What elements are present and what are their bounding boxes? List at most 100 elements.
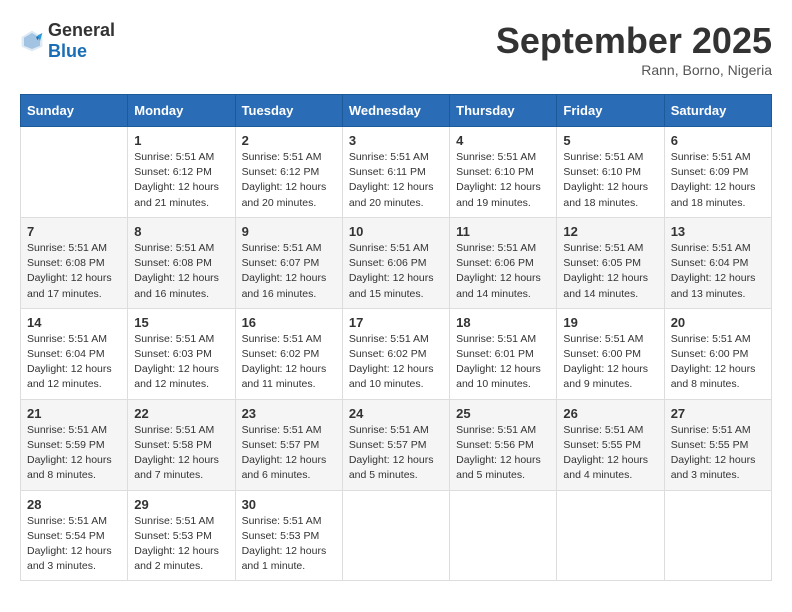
cell-info: Sunrise: 5:51 AM Sunset: 6:12 PM Dayligh… <box>242 150 336 211</box>
day-number: 28 <box>27 497 121 512</box>
calendar-cell: 27 Sunrise: 5:51 AM Sunset: 5:55 PM Dayli… <box>664 399 771 490</box>
day-number: 10 <box>349 224 443 239</box>
cell-info: Sunrise: 5:51 AM Sunset: 6:02 PM Dayligh… <box>349 332 443 393</box>
day-number: 12 <box>563 224 657 239</box>
day-header-monday: Monday <box>128 95 235 127</box>
calendar-table: SundayMondayTuesdayWednesdayThursdayFrid… <box>20 94 772 581</box>
calendar-cell: 26 Sunrise: 5:51 AM Sunset: 5:55 PM Dayli… <box>557 399 664 490</box>
cell-info: Sunrise: 5:51 AM Sunset: 5:53 PM Dayligh… <box>134 514 228 575</box>
calendar-cell: 15 Sunrise: 5:51 AM Sunset: 6:03 PM Dayli… <box>128 308 235 399</box>
day-number: 2 <box>242 133 336 148</box>
calendar-week-row: 7 Sunrise: 5:51 AM Sunset: 6:08 PM Daylig… <box>21 217 772 308</box>
logo-text: General Blue <box>48 20 115 62</box>
cell-info: Sunrise: 5:51 AM Sunset: 6:06 PM Dayligh… <box>456 241 550 302</box>
day-number: 27 <box>671 406 765 421</box>
day-number: 7 <box>27 224 121 239</box>
calendar-cell: 10 Sunrise: 5:51 AM Sunset: 6:06 PM Dayli… <box>342 217 449 308</box>
day-number: 6 <box>671 133 765 148</box>
calendar-cell: 22Sunrise: 5:51 AM Sunset: 5:58 PM Dayli… <box>128 399 235 490</box>
day-header-thursday: Thursday <box>450 95 557 127</box>
logo-blue: Blue <box>48 41 87 61</box>
calendar-cell <box>342 490 449 581</box>
calendar-header-row: SundayMondayTuesdayWednesdayThursdayFrid… <box>21 95 772 127</box>
calendar-week-row: 14 Sunrise: 5:51 AM Sunset: 6:04 PM Dayli… <box>21 308 772 399</box>
cell-info: Sunrise: 5:51 AM Sunset: 6:06 PM Dayligh… <box>349 241 443 302</box>
calendar-week-row: 1 Sunrise: 5:51 AM Sunset: 6:12 PM Daylig… <box>21 127 772 218</box>
day-number: 17 <box>349 315 443 330</box>
logo-icon <box>20 29 44 53</box>
calendar-week-row: 28 Sunrise: 5:51 AM Sunset: 5:54 PM Dayli… <box>21 490 772 581</box>
calendar-week-row: 21Sunrise: 5:51 AM Sunset: 5:59 PM Dayli… <box>21 399 772 490</box>
cell-info: Sunrise: 5:51 AM Sunset: 6:08 PM Dayligh… <box>134 241 228 302</box>
cell-info: Sunrise: 5:51 AM Sunset: 6:08 PM Dayligh… <box>27 241 121 302</box>
page-header: General Blue September 2025 Rann, Borno,… <box>20 20 772 78</box>
location: Rann, Borno, Nigeria <box>496 62 772 78</box>
cell-info: Sunrise: 5:51 AM Sunset: 6:04 PM Dayligh… <box>671 241 765 302</box>
calendar-cell: 5 Sunrise: 5:51 AM Sunset: 6:10 PM Daylig… <box>557 127 664 218</box>
day-number: 19 <box>563 315 657 330</box>
day-number: 4 <box>456 133 550 148</box>
calendar-cell: 8Sunrise: 5:51 AM Sunset: 6:08 PM Daylig… <box>128 217 235 308</box>
day-header-wednesday: Wednesday <box>342 95 449 127</box>
cell-info: Sunrise: 5:51 AM Sunset: 6:03 PM Dayligh… <box>134 332 228 393</box>
calendar-cell: 1 Sunrise: 5:51 AM Sunset: 6:12 PM Daylig… <box>128 127 235 218</box>
cell-info: Sunrise: 5:51 AM Sunset: 5:59 PM Dayligh… <box>27 423 121 484</box>
calendar-cell <box>21 127 128 218</box>
day-number: 3 <box>349 133 443 148</box>
calendar-cell <box>557 490 664 581</box>
cell-info: Sunrise: 5:51 AM Sunset: 5:56 PM Dayligh… <box>456 423 550 484</box>
title-block: September 2025 Rann, Borno, Nigeria <box>496 20 772 78</box>
day-number: 9 <box>242 224 336 239</box>
calendar-cell: 14 Sunrise: 5:51 AM Sunset: 6:04 PM Dayli… <box>21 308 128 399</box>
day-number: 26 <box>563 406 657 421</box>
cell-info: Sunrise: 5:51 AM Sunset: 5:55 PM Dayligh… <box>563 423 657 484</box>
month-title: September 2025 <box>496 20 772 62</box>
cell-info: Sunrise: 5:51 AM Sunset: 6:11 PM Dayligh… <box>349 150 443 211</box>
day-number: 20 <box>671 315 765 330</box>
day-number: 23 <box>242 406 336 421</box>
calendar-cell: 3 Sunrise: 5:51 AM Sunset: 6:11 PM Daylig… <box>342 127 449 218</box>
day-number: 29 <box>134 497 228 512</box>
day-number: 14 <box>27 315 121 330</box>
logo: General Blue <box>20 20 115 62</box>
calendar-cell: 30Sunrise: 5:51 AM Sunset: 5:53 PM Dayli… <box>235 490 342 581</box>
calendar-cell: 2 Sunrise: 5:51 AM Sunset: 6:12 PM Daylig… <box>235 127 342 218</box>
cell-info: Sunrise: 5:51 AM Sunset: 6:10 PM Dayligh… <box>456 150 550 211</box>
calendar-cell: 23 Sunrise: 5:51 AM Sunset: 5:57 PM Dayli… <box>235 399 342 490</box>
cell-info: Sunrise: 5:51 AM Sunset: 5:54 PM Dayligh… <box>27 514 121 575</box>
calendar-cell: 21Sunrise: 5:51 AM Sunset: 5:59 PM Dayli… <box>21 399 128 490</box>
cell-info: Sunrise: 5:51 AM Sunset: 6:07 PM Dayligh… <box>242 241 336 302</box>
calendar-cell: 11 Sunrise: 5:51 AM Sunset: 6:06 PM Dayli… <box>450 217 557 308</box>
cell-info: Sunrise: 5:51 AM Sunset: 6:00 PM Dayligh… <box>563 332 657 393</box>
calendar-cell: 29 Sunrise: 5:51 AM Sunset: 5:53 PM Dayli… <box>128 490 235 581</box>
calendar-cell <box>450 490 557 581</box>
day-number: 5 <box>563 133 657 148</box>
calendar-cell: 24Sunrise: 5:51 AM Sunset: 5:57 PM Dayli… <box>342 399 449 490</box>
day-number: 15 <box>134 315 228 330</box>
cell-info: Sunrise: 5:51 AM Sunset: 6:04 PM Dayligh… <box>27 332 121 393</box>
calendar-cell: 28 Sunrise: 5:51 AM Sunset: 5:54 PM Dayli… <box>21 490 128 581</box>
day-number: 18 <box>456 315 550 330</box>
cell-info: Sunrise: 5:51 AM Sunset: 6:12 PM Dayligh… <box>134 150 228 211</box>
cell-info: Sunrise: 5:51 AM Sunset: 5:57 PM Dayligh… <box>242 423 336 484</box>
calendar-cell: 19 Sunrise: 5:51 AM Sunset: 6:00 PM Dayli… <box>557 308 664 399</box>
cell-info: Sunrise: 5:51 AM Sunset: 6:09 PM Dayligh… <box>671 150 765 211</box>
calendar-cell: 20Sunrise: 5:51 AM Sunset: 6:00 PM Dayli… <box>664 308 771 399</box>
calendar-cell: 16 Sunrise: 5:51 AM Sunset: 6:02 PM Dayli… <box>235 308 342 399</box>
calendar-cell: 18 Sunrise: 5:51 AM Sunset: 6:01 PM Dayli… <box>450 308 557 399</box>
day-number: 13 <box>671 224 765 239</box>
cell-info: Sunrise: 5:51 AM Sunset: 6:02 PM Dayligh… <box>242 332 336 393</box>
calendar-cell: 6 Sunrise: 5:51 AM Sunset: 6:09 PM Daylig… <box>664 127 771 218</box>
cell-info: Sunrise: 5:51 AM Sunset: 5:57 PM Dayligh… <box>349 423 443 484</box>
cell-info: Sunrise: 5:51 AM Sunset: 6:10 PM Dayligh… <box>563 150 657 211</box>
day-header-sunday: Sunday <box>21 95 128 127</box>
calendar-cell <box>664 490 771 581</box>
day-header-saturday: Saturday <box>664 95 771 127</box>
cell-info: Sunrise: 5:51 AM Sunset: 6:01 PM Dayligh… <box>456 332 550 393</box>
day-number: 11 <box>456 224 550 239</box>
calendar-cell: 25Sunrise: 5:51 AM Sunset: 5:56 PM Dayli… <box>450 399 557 490</box>
cell-info: Sunrise: 5:51 AM Sunset: 5:55 PM Dayligh… <box>671 423 765 484</box>
calendar-cell: 17 Sunrise: 5:51 AM Sunset: 6:02 PM Dayli… <box>342 308 449 399</box>
day-number: 16 <box>242 315 336 330</box>
day-number: 1 <box>134 133 228 148</box>
